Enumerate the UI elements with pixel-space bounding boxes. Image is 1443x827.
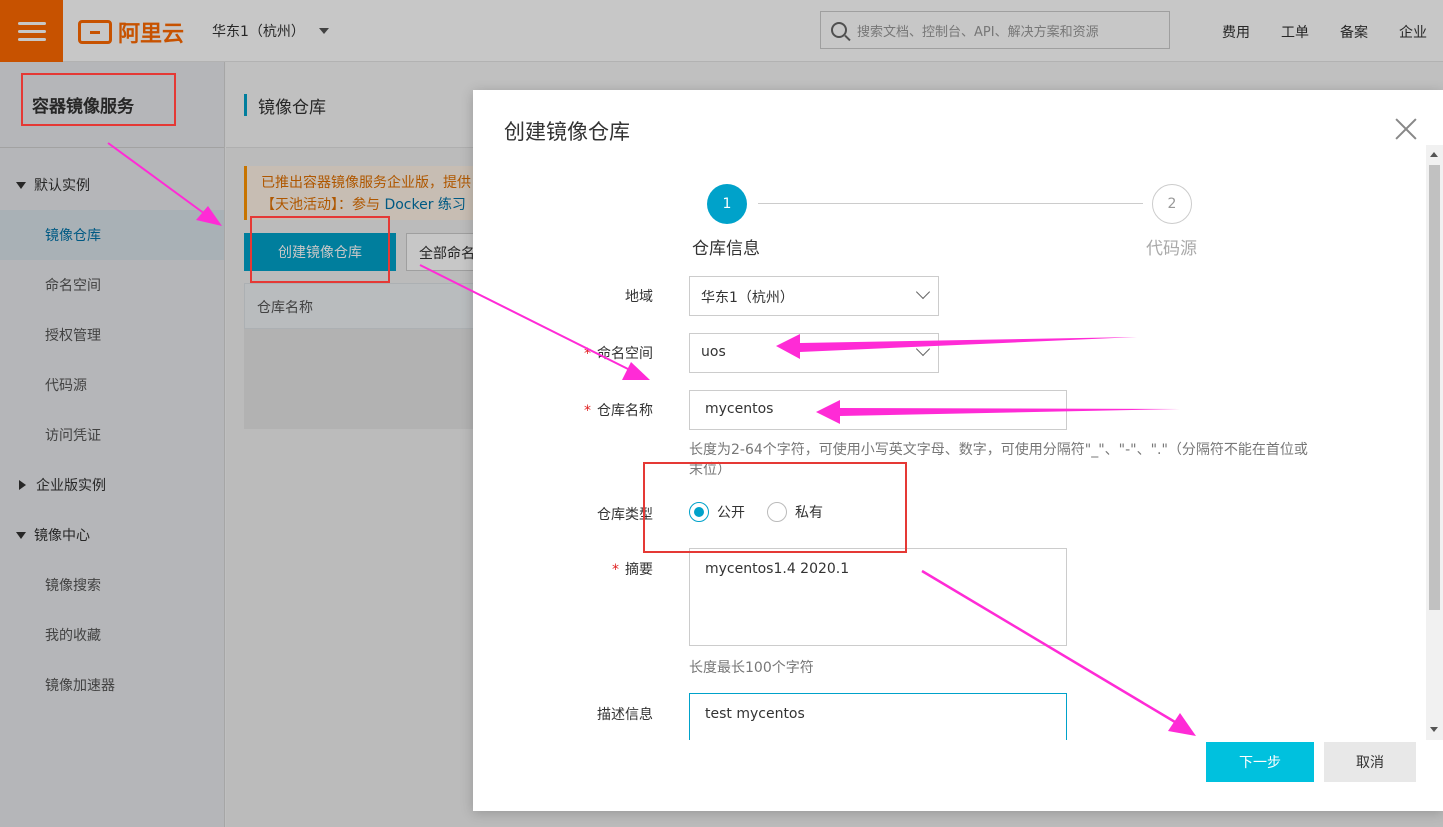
annotation-arrows xyxy=(107,142,1196,736)
